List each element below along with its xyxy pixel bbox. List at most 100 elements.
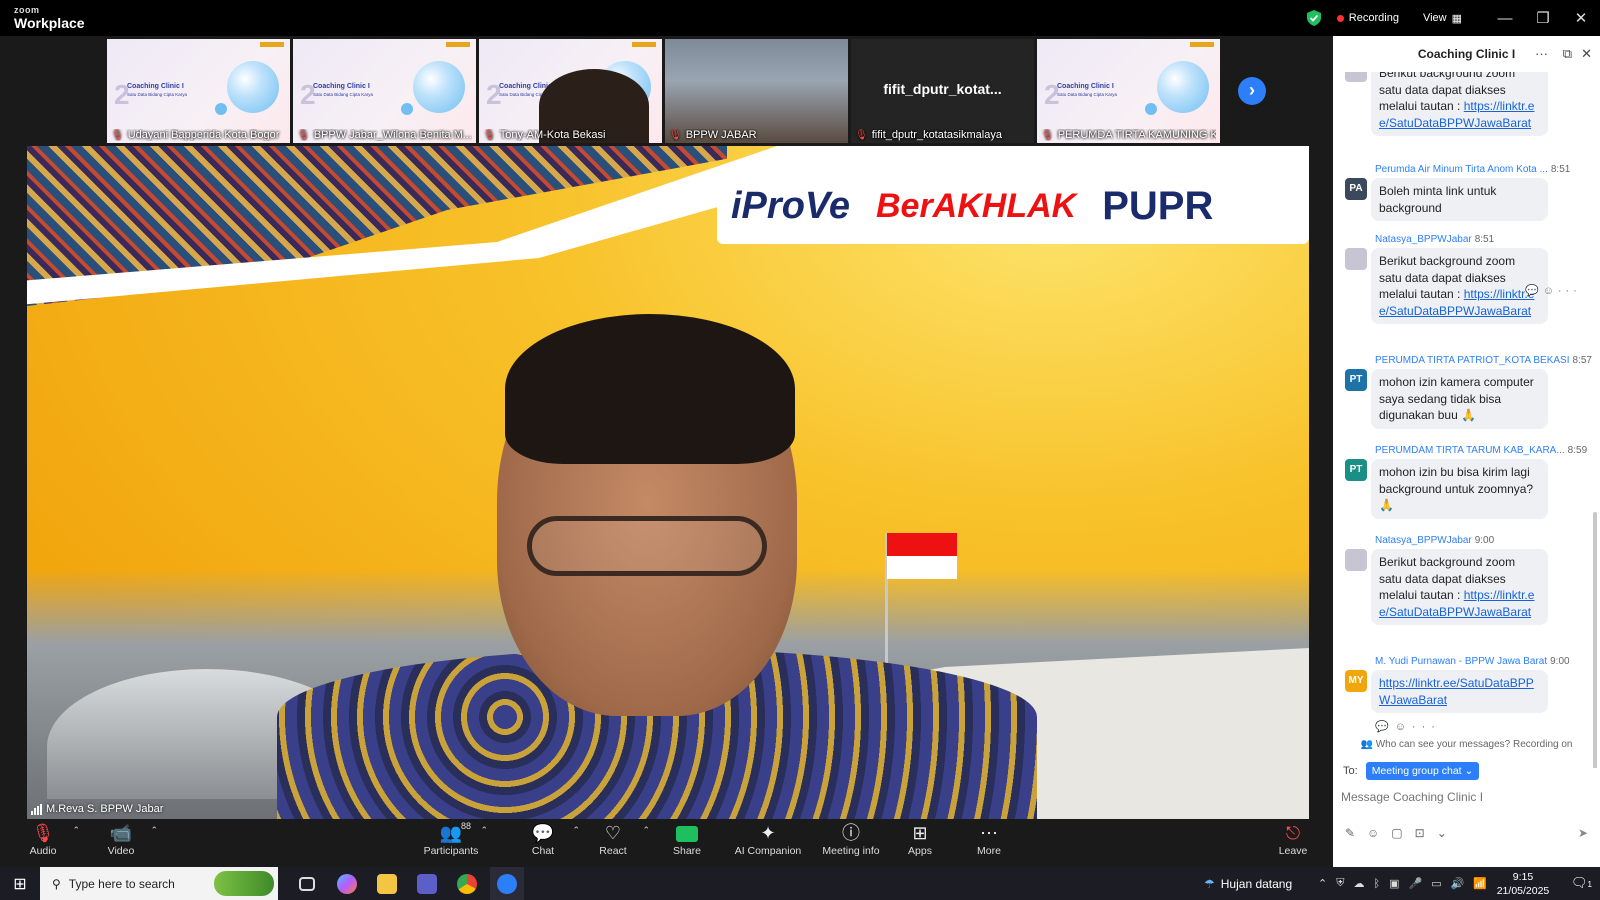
notification-icon[interactable]: 🗨1: [1571, 875, 1592, 891]
send-icon[interactable]: ➤: [1578, 826, 1588, 840]
share-button[interactable]: Share: [652, 819, 722, 867]
chevron-up-icon[interactable]: ⌃: [480, 825, 488, 836]
audio-button[interactable]: 🎙 Audio ⌃: [8, 819, 80, 867]
display-icon[interactable]: ▭: [1431, 877, 1441, 890]
minimize-button[interactable]: —: [1486, 10, 1524, 27]
participant-tile[interactable]: 🎙 BPPW JABAR: [665, 39, 848, 143]
camera-icon[interactable]: ▣: [1389, 877, 1399, 890]
close-icon[interactable]: ✕: [1581, 36, 1592, 72]
message-bubble: Boleh minta link untuk background: [1371, 178, 1548, 221]
sender-name: PERUMDA TIRTA PATRIOT_KOTA BEKASI 8:57: [1375, 355, 1592, 366]
react-label: React: [599, 845, 627, 857]
participant-tile[interactable]: fifit_dputr_kotat... 🎙 fifit_dputr_kotata…: [851, 39, 1034, 143]
restore-button[interactable]: ❐: [1524, 9, 1562, 27]
chevron-up-icon[interactable]: ⌃: [1318, 877, 1327, 890]
task-view-icon[interactable]: [290, 867, 324, 900]
close-window-button[interactable]: ✕: [1562, 9, 1600, 27]
participant-name-text: BPPW JABAR: [685, 129, 757, 141]
message-bubble: https://linktr.ee/SatuDataBPPWJawaBarat: [1371, 670, 1548, 713]
apps-button[interactable]: ⊞ Apps: [885, 819, 955, 867]
video-button[interactable]: 📹 Video ⌃: [86, 819, 158, 867]
shield-icon[interactable]: [1306, 10, 1321, 26]
privacy-notice[interactable]: 👥 Who can see your messages? Recording o…: [1333, 739, 1600, 750]
participant-name: 🎙 BPPW Jabar_Wilona Benita M...: [297, 129, 472, 141]
message-text: mohon izin kamera computer saya sedang t…: [1379, 375, 1534, 422]
participant-name: 🎙 fifit_dputr_kotatasikmalaya: [855, 129, 1030, 141]
message-actions[interactable]: 💬☺···: [1375, 720, 1441, 733]
message-actions[interactable]: 💬☺···: [1525, 284, 1581, 297]
recording-label: Recording: [1348, 12, 1399, 24]
logo-top: zoom: [14, 5, 40, 15]
participant-tile[interactable]: 2 Coaching Clinic I Satu Data Bidang Cip…: [107, 39, 290, 143]
participant-tile[interactable]: 2 Coaching Clinic I Satu Data Bidang Cip…: [293, 39, 476, 143]
mic-muted-icon: 🎙: [483, 129, 496, 141]
taskbar-search[interactable]: ⚲ Type here to search: [40, 867, 278, 900]
avatar: PT: [1345, 459, 1367, 481]
chat-scrollbar[interactable]: [1593, 512, 1597, 768]
next-page-arrow-icon[interactable]: ›: [1238, 77, 1266, 105]
taskbar-clock[interactable]: 9:15 21/05/2025: [1488, 870, 1558, 898]
slide-logo: [446, 42, 470, 47]
leave-label: Leave: [1278, 845, 1308, 857]
chat-message-input[interactable]: [1341, 790, 1591, 804]
participant-name: 🎙 Tony-AM-Kota Bekasi: [483, 129, 658, 141]
chrome-icon[interactable]: [450, 867, 484, 900]
participant-name-text: fifit_dputr_kotatasikmalaya: [871, 129, 1002, 141]
recipient-dropdown[interactable]: Meeting group chat ⌄: [1365, 762, 1480, 780]
chat-input-tools[interactable]: ✎☺▢⊡⌄: [1345, 826, 1459, 840]
apps-label: Apps: [908, 845, 932, 857]
message-time: 8:57: [1572, 355, 1592, 366]
message-link[interactable]: https://linktr.ee/SatuDataBPPWJawaBarat: [1379, 676, 1534, 707]
bluetooth-icon[interactable]: ᛒ: [1373, 878, 1380, 890]
slide-title: Coaching Clinic I: [127, 83, 184, 90]
share-screen-icon: [652, 819, 722, 845]
meeting-info-button[interactable]: ⓘ Meeting info: [811, 819, 891, 867]
file-explorer-icon[interactable]: [370, 867, 404, 900]
participant-display-name: fifit_dputr_kotat...: [883, 81, 1002, 97]
participant-tile[interactable]: 2 Coaching Clinic I Satu Data Bidang Cip…: [479, 39, 662, 143]
zoom-window: zoom Workplace Recording View ▦ — ❐ ✕ 2 …: [0, 0, 1600, 900]
security-icon[interactable]: ⛨: [1336, 877, 1344, 890]
logo-brand: Workplace: [14, 15, 85, 31]
sender-text: Perumda Air Minum Tirta Anom Kota ...: [1375, 164, 1548, 175]
recording-indicator[interactable]: Recording: [1336, 12, 1399, 24]
slide-subtitle: Satu Data Bidang Cipta Karya: [127, 92, 188, 97]
participant-tile[interactable]: 2 Coaching Clinic I Satu Data Bidang Cip…: [1037, 39, 1220, 143]
view-button[interactable]: View ▦: [1423, 12, 1462, 25]
windows-start-icon[interactable]: ⊞: [0, 874, 40, 894]
chat-title: Coaching Clinic I: [1417, 47, 1516, 61]
cloud-icon[interactable]: ☁: [1353, 877, 1364, 890]
react-button[interactable]: ♡ React ⌃: [578, 819, 650, 867]
zoom-app-icon[interactable]: [490, 867, 524, 900]
volume-icon[interactable]: 🔊: [1451, 877, 1465, 890]
leave-door-icon: ⎋: [1285, 823, 1301, 843]
mic-muted-icon: 🎙: [669, 129, 682, 141]
participants-button[interactable]: 👥 88 Participants ⌃: [416, 819, 488, 867]
message-time: 8:51: [1474, 234, 1495, 245]
more-icon[interactable]: ···: [1535, 36, 1548, 72]
wifi-icon[interactable]: 📶: [1473, 877, 1487, 890]
chat-bubble-icon: 💬: [531, 823, 555, 843]
more-button[interactable]: ⋯ More: [954, 819, 1024, 867]
chevron-up-icon[interactable]: ⌃: [642, 825, 650, 836]
more-label: More: [977, 845, 1001, 857]
participants-icon: 👥: [439, 823, 463, 843]
sender-name: M. Yudi Purnawan - BPPW Jawa Barat 9:00: [1375, 656, 1570, 667]
microphone-icon[interactable]: 🎤: [1408, 877, 1422, 890]
chevron-up-icon[interactable]: ⌃: [72, 825, 80, 836]
chat-panel: Coaching Clinic I ··· ⧉ ✕ Berikut backgr…: [1333, 36, 1600, 867]
participant-name-text: Tony-AM-Kota Bekasi: [499, 129, 606, 141]
message-bubble: Berikut background zoom satu data dapat …: [1371, 72, 1548, 136]
chevron-up-icon[interactable]: ⌃: [150, 825, 158, 836]
teams-icon[interactable]: [410, 867, 444, 900]
recipient-dropdown-label: Meeting group chat: [1371, 765, 1462, 777]
leave-button[interactable]: ⎋ Leave: [1258, 819, 1328, 867]
weather-widget[interactable]: ☂ Hujan datang: [1204, 867, 1292, 900]
ai-companion-button[interactable]: ✦ AI Companion: [728, 819, 808, 867]
chat-message-list[interactable]: Berikut background zoom satu data dapat …: [1333, 72, 1600, 768]
pupr-logo: PUPR: [1102, 183, 1214, 228]
popout-icon[interactable]: ⧉: [1563, 36, 1572, 72]
chat-button[interactable]: 💬 Chat ⌃: [508, 819, 580, 867]
sender-name: PERUMDAM TIRTA TARUM KAB_KARA... 8:59: [1375, 445, 1587, 456]
copilot-icon[interactable]: [330, 867, 364, 900]
